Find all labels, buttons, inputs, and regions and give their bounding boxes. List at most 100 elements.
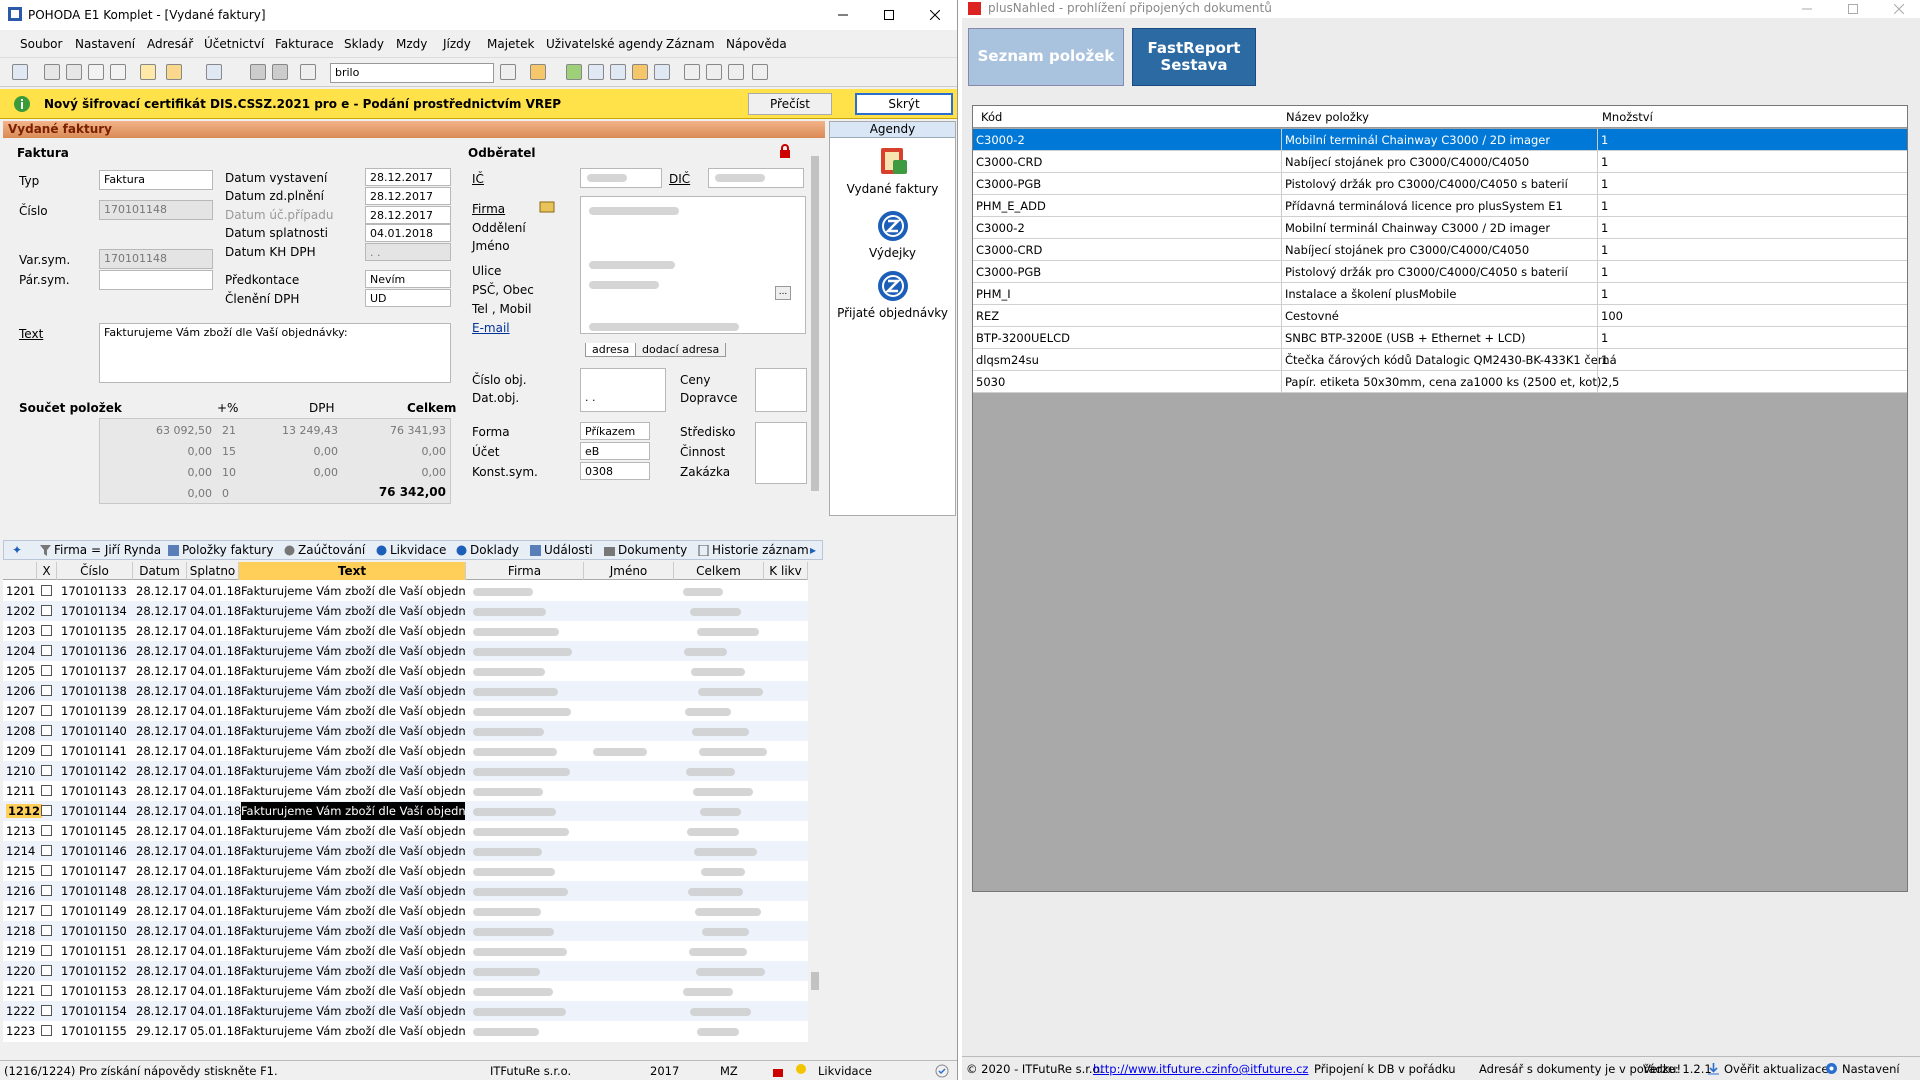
- item-row[interactable]: C3000-2 Mobilní terminál Chainway C3000 /…: [973, 129, 1907, 151]
- table-row[interactable]: 1212 170101144 28.12.17 04.01.18 Fakturujeme…: [3, 801, 808, 821]
- col-jmeno[interactable]: Jméno: [584, 562, 674, 580]
- table-row[interactable]: 1223 170101155 29.12.17 05.01.18 Fakturujeme…: [3, 1021, 808, 1041]
- row-checkbox[interactable]: [41, 745, 52, 756]
- row-checkbox[interactable]: [41, 785, 52, 796]
- tab-zauctovani[interactable]: Zaúčtování: [284, 543, 365, 557]
- tab-scroll-right-icon[interactable]: ▸: [810, 543, 816, 557]
- row-checkbox[interactable]: [41, 985, 52, 996]
- cislo-obj-field[interactable]: . .: [580, 368, 666, 412]
- datum-vystaveni-field[interactable]: 28.12.2017: [365, 168, 451, 186]
- table-row[interactable]: 1222 170101154 28.12.17 04.01.18 Fakturujeme…: [3, 1001, 808, 1021]
- settings-button[interactable]: Nastavení: [1842, 1062, 1900, 1076]
- ucet-field[interactable]: eB: [580, 442, 650, 460]
- table-scrollbar[interactable]: [808, 562, 822, 1042]
- row-checkbox[interactable]: [41, 865, 52, 876]
- maximize-button[interactable]: [866, 0, 912, 30]
- menu-nastaveni[interactable]: Nastavení: [75, 37, 135, 51]
- datum-splat-field[interactable]: 04.01.2018: [365, 224, 451, 242]
- row-checkbox[interactable]: [41, 925, 52, 936]
- row-checkbox[interactable]: [41, 645, 52, 656]
- table-row[interactable]: 1219 170101151 28.12.17 04.01.18 Fakturujeme…: [3, 941, 808, 961]
- address-block[interactable]: [580, 196, 806, 334]
- row-checkbox[interactable]: [41, 1005, 52, 1016]
- table-row[interactable]: 1203 170101135 28.12.17 04.01.18 Fakturujeme…: [3, 621, 808, 641]
- col-text[interactable]: Text: [239, 562, 466, 580]
- mail-link[interactable]: info@itfuture.cz: [1217, 1062, 1308, 1076]
- datum-uc-field[interactable]: 28.12.2017: [365, 206, 451, 224]
- toolbar-back-icon[interactable]: [206, 64, 222, 80]
- stredisko-field[interactable]: [755, 422, 807, 484]
- form-scrollbar[interactable]: [808, 138, 822, 508]
- typ-select[interactable]: Faktura: [99, 170, 213, 190]
- table-row[interactable]: 1210 170101142 28.12.17 04.01.18 Fakturujeme…: [3, 761, 808, 781]
- tab-adresa[interactable]: adresa: [585, 343, 637, 357]
- minimize-button[interactable]: [820, 0, 866, 30]
- agenda-vydejky[interactable]: Výdejky: [830, 210, 955, 260]
- item-row[interactable]: C3000-CRD Nabíjecí stojánek pro C3000/C40…: [973, 151, 1907, 173]
- col-datum[interactable]: Datum: [133, 562, 187, 580]
- cleneni-field[interactable]: UD: [365, 289, 451, 307]
- toolbar-print-icon[interactable]: [44, 64, 60, 80]
- item-row[interactable]: BTP-3200UELCD SNBC BTP-3200E (USB + Ether…: [973, 327, 1907, 349]
- toolbar-new-icon[interactable]: [140, 64, 156, 80]
- toolbar-copy-icon[interactable]: [300, 64, 316, 80]
- menu-jizdy[interactable]: Jízdy: [443, 37, 471, 51]
- agenda-prijate-objednavky[interactable]: Přijaté objednávky: [830, 270, 955, 320]
- row-checkbox[interactable]: [41, 605, 52, 616]
- table-row[interactable]: 1218 170101150 28.12.17 04.01.18 Fakturujeme…: [3, 921, 808, 941]
- predkontace-field[interactable]: Nevím: [365, 270, 451, 288]
- forma-field[interactable]: Příkazem: [580, 422, 650, 440]
- toolbar-users-icon[interactable]: [632, 64, 648, 80]
- fastreport-button[interactable]: FastReport Sestava: [1132, 28, 1256, 86]
- address-book-icon[interactable]: [539, 200, 555, 214]
- col-splatno[interactable]: Splatno: [187, 562, 239, 580]
- table-row[interactable]: 1205 170101137 28.12.17 04.01.18 Fakturujeme…: [3, 661, 808, 681]
- col-cislo[interactable]: Číslo: [57, 562, 133, 580]
- menu-napoveda[interactable]: Nápověda: [726, 37, 787, 51]
- menu-ucetnictvi[interactable]: Účetnictví: [204, 37, 264, 51]
- toolbar-filter-icon[interactable]: [500, 64, 516, 80]
- toolbar-tool-icon[interactable]: [12, 64, 28, 80]
- text-field[interactable]: Fakturujeme Vám zboží dle Vaší objednávk…: [99, 323, 451, 383]
- toolbar-list-icon[interactable]: [610, 64, 626, 80]
- col-celkem[interactable]: Celkem: [674, 562, 764, 580]
- row-checkbox[interactable]: [41, 705, 52, 716]
- tab-udalosti[interactable]: Události: [530, 543, 593, 557]
- row-checkbox[interactable]: [41, 685, 52, 696]
- toolbar-help-icon[interactable]: [752, 64, 768, 80]
- toolbar-window2-icon[interactable]: [706, 64, 722, 80]
- col-rownum[interactable]: [3, 562, 37, 580]
- row-checkbox[interactable]: [41, 905, 52, 916]
- item-row[interactable]: C3000-PGB Pistolový držák pro C3000/C4000…: [973, 173, 1907, 195]
- row-checkbox[interactable]: [41, 765, 52, 776]
- item-row[interactable]: PHM_E_ADD Přídavná terminálová licence pr…: [973, 195, 1907, 217]
- seznam-polozek-button[interactable]: Seznam položek: [968, 28, 1124, 86]
- tab-doklady[interactable]: Doklady: [456, 543, 519, 557]
- menu-uzivatelske-agendy[interactable]: Uživatelské agendy: [546, 37, 663, 51]
- table-row[interactable]: 1215 170101147 28.12.17 04.01.18 Fakturujeme…: [3, 861, 808, 881]
- toolbar-search-input[interactable]: brilo: [330, 63, 494, 83]
- table-row[interactable]: 1216 170101148 28.12.17 04.01.18 Fakturujeme…: [3, 881, 808, 901]
- row-checkbox[interactable]: [41, 585, 52, 596]
- row-checkbox[interactable]: [41, 1025, 52, 1036]
- table-row[interactable]: 1211 170101143 28.12.17 04.01.18 Fakturujeme…: [3, 781, 808, 801]
- close-icon[interactable]: [1894, 4, 1904, 14]
- table-row[interactable]: 1206 170101138 28.12.17 04.01.18 Fakturujeme…: [3, 681, 808, 701]
- table-row[interactable]: 1202 170101134 28.12.17 04.01.18 Fakturujeme…: [3, 601, 808, 621]
- table-row[interactable]: 1220 170101152 28.12.17 04.01.18 Fakturujeme…: [3, 961, 808, 981]
- toolbar-window3-icon[interactable]: [728, 64, 744, 80]
- ceny-field[interactable]: [755, 368, 807, 412]
- table-row[interactable]: 1217 170101149 28.12.17 04.01.18 Fakturujeme…: [3, 901, 808, 921]
- row-checkbox[interactable]: [41, 945, 52, 956]
- toolbar-grid-icon[interactable]: [588, 64, 604, 80]
- col-x[interactable]: X: [37, 562, 57, 580]
- tab-add-icon[interactable]: ✦: [12, 543, 22, 557]
- row-checkbox[interactable]: [41, 885, 52, 896]
- row-checkbox[interactable]: [41, 725, 52, 736]
- datum-kh-field[interactable]: . .: [365, 243, 451, 261]
- toolbar-tag-icon[interactable]: [566, 64, 582, 80]
- cislo-field[interactable]: 170101148: [99, 200, 213, 220]
- hide-button[interactable]: Skrýt: [855, 93, 953, 115]
- toolbar-preview-icon[interactable]: [88, 64, 104, 80]
- datum-zdpl-field[interactable]: 28.12.2017: [365, 187, 451, 205]
